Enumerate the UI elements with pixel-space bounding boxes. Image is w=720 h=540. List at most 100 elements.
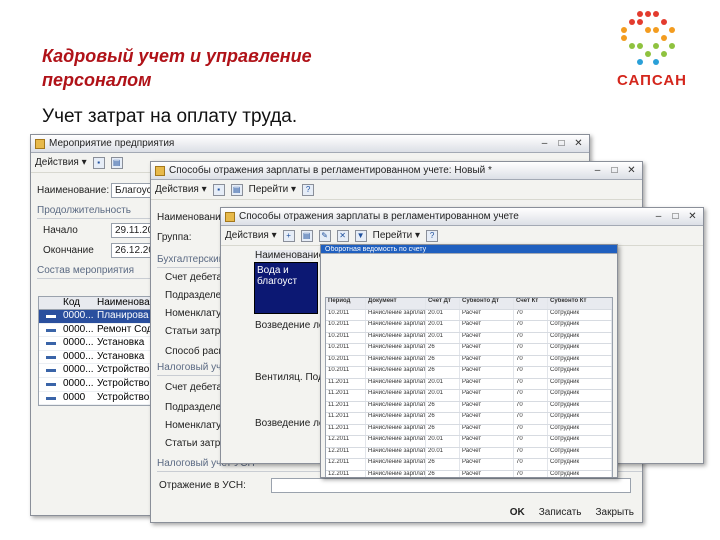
delete-icon[interactable]: ✕	[336, 229, 349, 242]
table-row[interactable]: ▬ 0000 Устройство	[39, 392, 157, 406]
report-row[interactable]: 11.2011 Начисление зарплаты 20.01 Расчет 70 С…	[326, 390, 612, 402]
event-window-titlebar[interactable]: Мероприятие предприятия – □ ✕	[31, 135, 589, 153]
report-cell: Расчет	[460, 367, 514, 378]
table-row[interactable]: ▬ 0000... Установка	[39, 351, 157, 365]
report-cell: Сотрудник	[548, 390, 612, 401]
table-row[interactable]: ▬ 0000... Установка	[39, 337, 157, 351]
report-cell: Начисление зарплаты	[366, 424, 426, 435]
report-row[interactable]: 10.2011 Начисление зарплаты 26 Расчет 70 Сотр…	[326, 344, 612, 356]
report-cell: 26	[426, 424, 460, 435]
report-cell: 10.2011	[326, 344, 366, 355]
report-row[interactable]: 11.2011 Начисление зарплаты 26 Расчет 70 Сотр…	[326, 401, 612, 413]
report-cell: Расчет	[460, 332, 514, 343]
report-titlebar[interactable]: Оборотная ведомость по счету	[321, 245, 617, 254]
report-row[interactable]: 10.2011 Начисление зарплаты 20.01 Расчет 70 С…	[326, 321, 612, 333]
copy-icon[interactable]: ▤	[230, 183, 243, 196]
edit-icon[interactable]: ✎	[318, 229, 331, 242]
report-header-cell: Субконто Дт	[460, 298, 514, 309]
report-cell: 70	[514, 355, 548, 366]
report-cell: Расчет	[460, 447, 514, 458]
maximize-icon[interactable]: □	[608, 165, 621, 177]
close-button[interactable]: Закрыть	[595, 507, 634, 518]
event-window-title: Мероприятие предприятия	[49, 138, 175, 149]
methods-list-toolbar: Действия ▾ + ▤ ✎ ✕ ▼ Перейти ▾ ?	[221, 226, 703, 246]
save-icon[interactable]: ▪	[212, 183, 225, 196]
close-icon[interactable]: ✕	[572, 138, 585, 150]
tax-debit-label: Счет дебета	[165, 382, 223, 393]
report-row[interactable]: 10.2011 Начисление зарплаты 20.01 Расчет 70 С…	[326, 309, 612, 321]
goto-menu[interactable]: Перейти ▾	[249, 184, 296, 195]
row-code: 0000...	[63, 364, 94, 376]
save-button[interactable]: Записать	[539, 507, 582, 518]
table-row[interactable]: ▬ 0000... Ремонт Сод	[39, 324, 157, 338]
report-cell: Начисление зарплаты	[366, 459, 426, 470]
maximize-icon[interactable]: □	[555, 138, 568, 150]
add-icon[interactable]: +	[282, 229, 295, 242]
report-cell: 26	[426, 413, 460, 424]
name-label: Наименование:	[37, 185, 110, 196]
row-code: 0000	[63, 391, 86, 403]
table-row[interactable]: ▬ 0000... Планирова	[39, 310, 157, 324]
actions-menu[interactable]: Действия ▾	[155, 184, 207, 195]
copy-icon[interactable]: ▤	[300, 229, 313, 242]
report-cell: Сотрудник	[548, 344, 612, 355]
report-header-row: Период Документ Счет Дт Субконто Дт Счет…	[326, 298, 612, 310]
logo-dots-icon	[621, 11, 675, 65]
table-row[interactable]: ▬ 0000... Устройство	[39, 364, 157, 378]
list-item[interactable]: Возведение лесов	[255, 320, 325, 331]
report-cell: 12.2011	[326, 459, 366, 470]
start-date-field[interactable]: 29.11.200	[111, 223, 155, 238]
end-date-field[interactable]: 26.12.200	[111, 243, 155, 258]
methods-form-titlebar[interactable]: Способы отражения зарплаты в регламентир…	[151, 162, 642, 180]
report-row[interactable]: 10.2011 Начисление зарплаты 26 Расчет 70 Сотр…	[326, 355, 612, 367]
save-icon[interactable]: ▪	[92, 156, 105, 169]
report-row[interactable]: 12.2011 Начисление зарплаты 20.01 Расчет 70 С…	[326, 436, 612, 448]
report-row[interactable]: 11.2011 Начисление зарплаты 20.01 Расчет 70 С…	[326, 378, 612, 390]
report-cell: 20.01	[426, 436, 460, 447]
report-cell: Расчет	[460, 378, 514, 389]
name-field[interactable]: Благоуст	[111, 183, 155, 198]
selected-list-item[interactable]: Вода и благоуст	[254, 262, 318, 314]
report-cell: 10.2011	[326, 332, 366, 343]
report-row[interactable]: 11.2011 Начисление зарплаты 26 Расчет 70 Сотр…	[326, 424, 612, 436]
close-icon[interactable]: ✕	[625, 165, 638, 177]
report-cell: 11.2011	[326, 413, 366, 424]
report-cell: 12.2011	[326, 470, 366, 477]
usn-field[interactable]	[271, 478, 631, 493]
report-row[interactable]: 10.2011 Начисление зарплаты 26 Расчет 70 Сотр…	[326, 367, 612, 379]
ok-button[interactable]: OK	[510, 507, 525, 518]
list-item[interactable]: Вентиляц. Подр	[255, 372, 325, 383]
minimize-icon[interactable]: –	[652, 211, 665, 223]
report-row[interactable]: 12.2011 Начисление зарплаты 20.01 Расчет 70 С…	[326, 447, 612, 459]
minimize-icon[interactable]: –	[538, 138, 551, 150]
list-item[interactable]: Возведение лесов	[255, 418, 325, 429]
row-name: Установка	[97, 350, 145, 362]
goto-menu[interactable]: Перейти ▾	[373, 230, 420, 241]
report-cell: 26	[426, 367, 460, 378]
report-cell: Расчет	[460, 321, 514, 332]
report-cell: Начисление зарплаты	[366, 344, 426, 355]
help-icon[interactable]: ?	[302, 183, 315, 196]
row-code: 0000...	[63, 337, 94, 349]
minimize-icon[interactable]: –	[591, 165, 604, 177]
help-icon[interactable]: ?	[426, 229, 439, 242]
close-icon[interactable]: ✕	[686, 211, 699, 223]
actions-menu[interactable]: Действия ▾	[225, 230, 277, 241]
methods-list-titlebar[interactable]: Способы отражения зарплаты в регламентир…	[221, 208, 703, 226]
filter-icon[interactable]: ▼	[354, 229, 367, 242]
report-row[interactable]: 10.2011 Начисление зарплаты 20.01 Расчет 70 С…	[326, 332, 612, 344]
table-row[interactable]: ▬ 0000... Устройство	[39, 378, 157, 392]
report-table: Период Документ Счет Дт Субконто Дт Счет…	[325, 297, 613, 477]
actions-menu[interactable]: Действия ▾	[35, 157, 87, 168]
report-header-cell: Счет Кт	[514, 298, 548, 309]
report-cell: Расчет	[460, 344, 514, 355]
report-row[interactable]: 12.2011 Начисление зарплаты 26 Расчет 70 Сотр…	[326, 470, 612, 477]
report-cell: Сотрудник	[548, 321, 612, 332]
window-icon	[35, 138, 45, 149]
report-row[interactable]: 11.2011 Начисление зарплаты 26 Расчет 70 Сотр…	[326, 413, 612, 425]
print-icon[interactable]: ▤	[110, 156, 123, 169]
maximize-icon[interactable]: □	[669, 211, 682, 223]
report-cell: 70	[514, 321, 548, 332]
report-row[interactable]: 12.2011 Начисление зарплаты 26 Расчет 70 Сотр…	[326, 459, 612, 471]
report-cell: 26	[426, 470, 460, 477]
